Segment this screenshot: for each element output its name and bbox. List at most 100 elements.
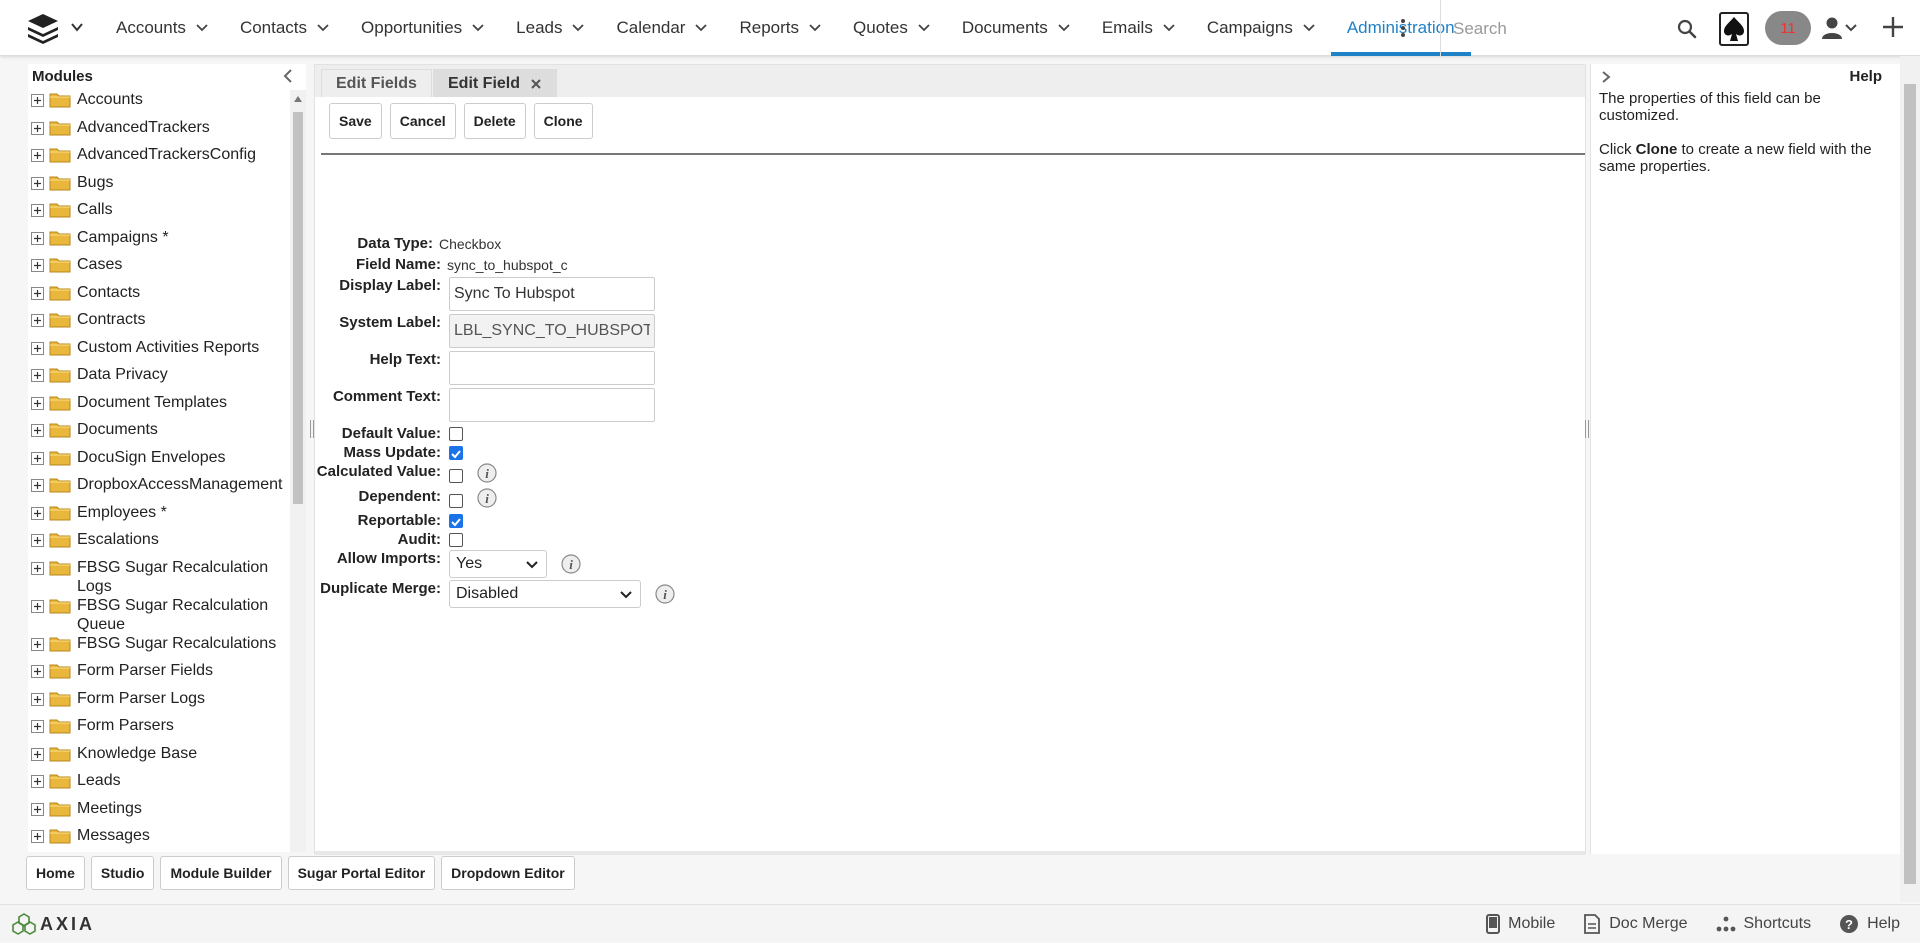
save-button[interactable]: Save xyxy=(329,103,382,139)
expand-plus-icon[interactable] xyxy=(31,286,44,300)
sidebar-module-item[interactable]: Custom Activities Reports xyxy=(28,338,288,357)
sugar-cube-logo-icon[interactable] xyxy=(26,12,60,44)
sidebar-module-item[interactable]: Form Parser Fields xyxy=(28,661,288,680)
info-icon[interactable]: i xyxy=(477,488,497,508)
info-icon[interactable]: i xyxy=(477,463,497,483)
dependent-checkbox[interactable] xyxy=(449,494,463,508)
sidebar-module-item[interactable]: Escalations xyxy=(28,530,288,549)
help-link[interactable]: ? Help xyxy=(1839,914,1900,934)
cancel-button[interactable]: Cancel xyxy=(389,103,456,139)
sidebar-scrollbar[interactable] xyxy=(290,90,306,872)
chevron-down-icon[interactable] xyxy=(70,20,84,34)
sidebar-module-item[interactable]: Document Templates xyxy=(28,393,288,412)
sidebar-module-item[interactable]: Accounts xyxy=(28,90,288,109)
close-icon[interactable] xyxy=(530,78,542,90)
scrollbar-thumb[interactable] xyxy=(293,112,303,504)
expand-plus-icon[interactable] xyxy=(31,94,44,107)
sidebar-module-item[interactable]: Leads xyxy=(28,771,288,790)
tab-dropdown-editor[interactable]: Dropdown Editor xyxy=(441,856,575,890)
info-icon[interactable]: i xyxy=(655,584,675,604)
nav-item-accounts[interactable]: Accounts xyxy=(100,0,224,56)
sidebar-module-item[interactable]: Bugs xyxy=(28,173,288,192)
allow-imports-select[interactable]: Yes xyxy=(449,550,547,578)
tab-studio[interactable]: Studio xyxy=(90,856,155,890)
tab-sugar-portal-editor[interactable]: Sugar Portal Editor xyxy=(287,856,436,890)
tab-home[interactable]: Home xyxy=(26,856,85,890)
expand-plus-icon[interactable] xyxy=(31,121,44,135)
sidebar-module-item[interactable]: AdvancedTrackers xyxy=(28,118,288,137)
user-profile-icon[interactable] xyxy=(1822,16,1858,40)
sidebar-module-item[interactable]: FBSG Sugar Recalculation Queue xyxy=(28,596,288,634)
nav-item-leads[interactable]: Leads xyxy=(500,0,600,56)
sidebar-module-item[interactable]: Contacts xyxy=(28,283,288,302)
expand-plus-icon[interactable] xyxy=(31,637,44,651)
expand-plus-icon[interactable] xyxy=(31,259,44,272)
expand-plus-icon[interactable] xyxy=(31,451,44,465)
sidebar-module-item[interactable]: FBSG Sugar Recalculation Logs xyxy=(28,558,288,596)
axia-logo[interactable]: AXIA xyxy=(12,911,95,937)
scroll-up-icon[interactable] xyxy=(294,96,302,102)
expand-plus-icon[interactable] xyxy=(31,204,44,217)
expand-plus-icon[interactable] xyxy=(31,231,44,245)
duplicate-merge-select[interactable]: Disabled xyxy=(449,580,641,608)
expand-plus-icon[interactable] xyxy=(31,341,44,355)
expand-plus-icon[interactable] xyxy=(31,830,44,843)
help-text-input[interactable] xyxy=(449,351,655,385)
clone-button[interactable]: Clone xyxy=(533,103,593,139)
sidebar-module-item[interactable]: Cases xyxy=(28,255,288,274)
scrollbar-thumb[interactable] xyxy=(1904,84,1916,884)
reportable-checkbox[interactable] xyxy=(449,514,463,528)
sidebar-module-item[interactable]: Documents xyxy=(28,420,288,439)
plus-icon[interactable] xyxy=(1880,14,1906,40)
expand-plus-icon[interactable] xyxy=(31,314,44,327)
nav-item-calendar[interactable]: Calendar xyxy=(600,0,723,56)
chevron-down-icon[interactable] xyxy=(472,24,484,32)
chevron-down-icon[interactable] xyxy=(572,24,585,32)
chevron-down-icon[interactable] xyxy=(695,24,708,32)
sidebar-module-item[interactable]: Knowledge Base xyxy=(28,744,288,763)
nav-item-reports[interactable]: Reports xyxy=(723,0,837,56)
sidebar-module-item[interactable]: Data Privacy xyxy=(28,365,288,384)
expand-plus-icon[interactable] xyxy=(31,665,44,678)
mass-update-checkbox[interactable] xyxy=(449,446,463,460)
tab-edit-field[interactable]: Edit Field xyxy=(433,69,557,97)
display-label-input[interactable] xyxy=(449,277,655,311)
sidebar-module-item[interactable]: Form Parser Logs xyxy=(28,689,288,708)
shortcuts-link[interactable]: Shortcuts xyxy=(1716,915,1811,933)
expand-plus-icon[interactable] xyxy=(31,424,44,437)
sidebar-module-item[interactable]: DocuSign Envelopes xyxy=(28,448,288,467)
nav-item-emails[interactable]: Emails xyxy=(1086,0,1191,56)
expand-plus-icon[interactable] xyxy=(31,479,44,492)
default-value-checkbox[interactable] xyxy=(449,427,463,441)
page-scrollbar[interactable] xyxy=(1900,56,1920,902)
sidebar-module-item[interactable]: FBSG Sugar Recalculations xyxy=(28,634,288,653)
tab-module-builder[interactable]: Module Builder xyxy=(160,856,282,890)
expand-plus-icon[interactable] xyxy=(31,506,44,520)
expand-plus-icon[interactable] xyxy=(31,561,44,575)
collapse-left-icon[interactable] xyxy=(282,68,294,84)
expand-plus-icon[interactable] xyxy=(31,692,44,706)
expand-plus-icon[interactable] xyxy=(31,802,44,816)
audit-checkbox[interactable] xyxy=(449,533,463,547)
expand-plus-icon[interactable] xyxy=(31,599,44,613)
spade-app-button[interactable] xyxy=(1719,12,1749,46)
search-input[interactable] xyxy=(1451,16,1641,42)
comment-text-input[interactable] xyxy=(449,388,655,422)
expand-plus-icon[interactable] xyxy=(31,747,44,761)
sidebar-module-item[interactable]: Meetings xyxy=(28,799,288,818)
expand-plus-icon[interactable] xyxy=(31,369,44,382)
calculated-value-checkbox[interactable] xyxy=(449,469,463,483)
chevron-down-icon[interactable] xyxy=(317,24,329,32)
help-resize-handle[interactable] xyxy=(1585,420,1589,438)
nav-item-documents[interactable]: Documents xyxy=(946,0,1086,56)
notifications-badge[interactable]: 11 xyxy=(1765,11,1811,45)
sidebar-module-item[interactable]: Messages xyxy=(28,826,288,845)
chevron-down-icon[interactable] xyxy=(1163,24,1175,32)
doc-merge-link[interactable]: Doc Merge xyxy=(1583,914,1688,934)
expand-plus-icon[interactable] xyxy=(31,396,44,410)
expand-plus-icon[interactable] xyxy=(31,149,44,162)
sidebar-module-item[interactable]: Calls xyxy=(28,200,288,219)
sidebar-module-item[interactable]: Contracts xyxy=(28,310,288,329)
sidebar-module-item[interactable]: Employees * xyxy=(28,503,288,522)
chevron-down-icon[interactable] xyxy=(1303,24,1315,32)
